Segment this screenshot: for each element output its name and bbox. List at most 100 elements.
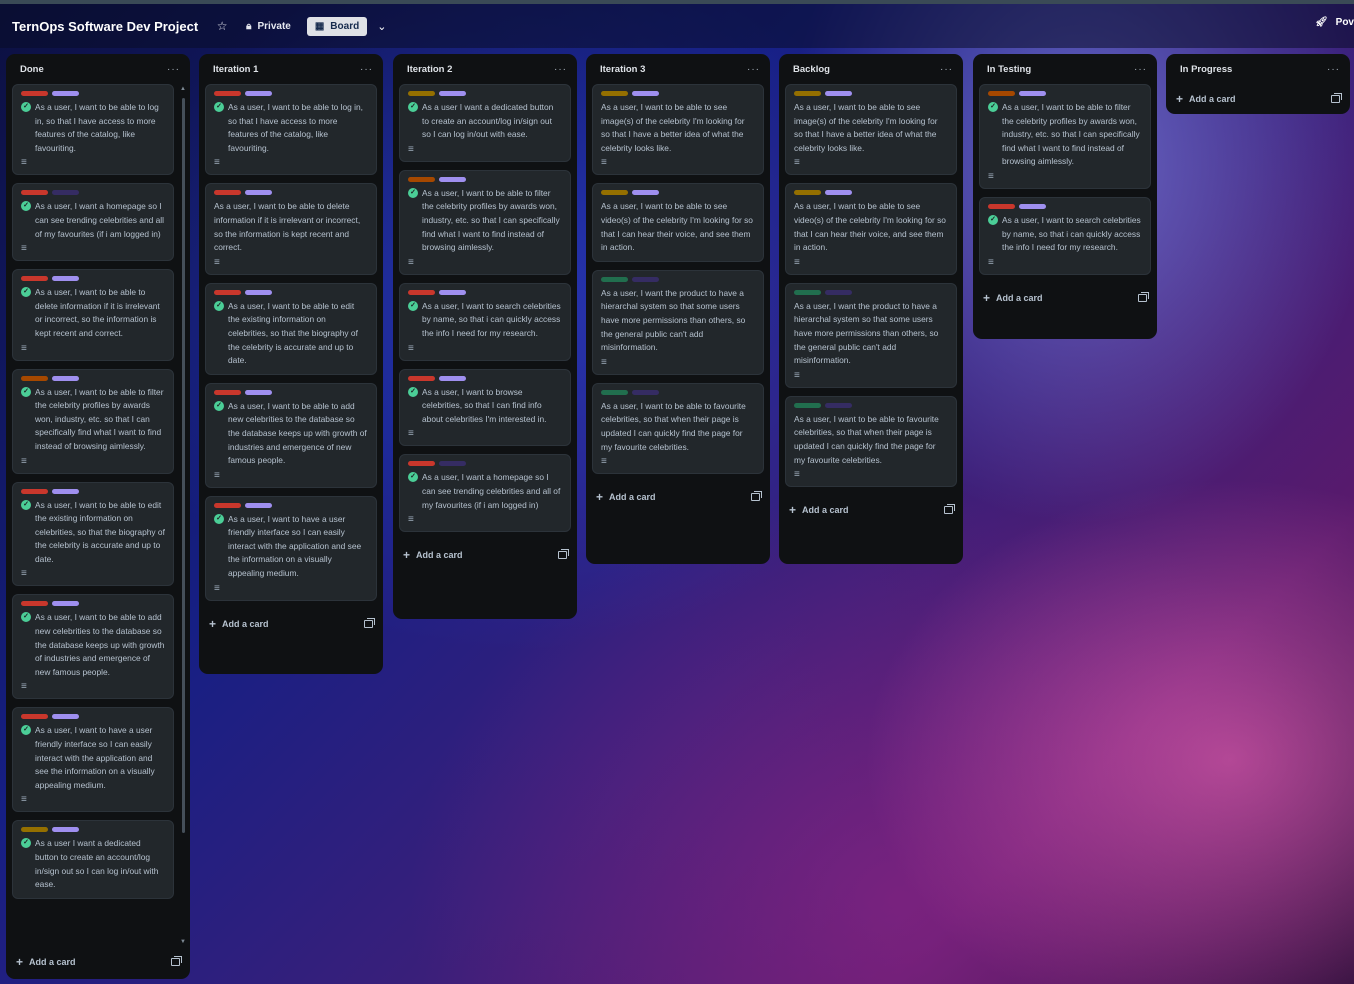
scroll-thumb[interactable]: [182, 98, 185, 833]
card[interactable]: As a user, I want to be able to see vide…: [785, 183, 957, 275]
list-title[interactable]: Done: [20, 64, 44, 75]
card[interactable]: As a user, I want the product to have a …: [785, 282, 957, 388]
label-chip[interactable]: [825, 91, 852, 96]
star-icon[interactable]: ☆: [214, 19, 230, 33]
more-icon[interactable]: ···: [360, 64, 373, 75]
add-card-button[interactable]: + Add a card: [199, 609, 383, 639]
label-chip[interactable]: [21, 714, 48, 720]
card-template-icon[interactable]: [171, 956, 182, 966]
card[interactable]: As a user, I want to be able to see imag…: [592, 84, 764, 176]
more-icon[interactable]: ···: [747, 64, 760, 75]
label-chip[interactable]: [52, 488, 79, 494]
list-title[interactable]: In Testing: [987, 64, 1031, 75]
more-icon[interactable]: ···: [1327, 64, 1340, 75]
list-scrollbar[interactable]: ▲ ▼: [180, 86, 186, 945]
add-card-left[interactable]: + Add a card: [209, 617, 269, 631]
card[interactable]: ✓ As a user, I want to be able to log in,…: [12, 84, 174, 176]
checkmark-icon[interactable]: ✓: [21, 102, 31, 112]
label-chip[interactable]: [245, 502, 272, 508]
add-card-button[interactable]: + Add a card: [586, 482, 770, 512]
add-card-left[interactable]: + Add a card: [16, 955, 76, 969]
checkmark-icon[interactable]: ✓: [408, 187, 418, 198]
label-chip[interactable]: [52, 190, 79, 196]
label-chip[interactable]: [1019, 203, 1046, 209]
card[interactable]: ✓ As a user, I want to be able to edit th…: [205, 282, 377, 375]
label-chip[interactable]: [214, 389, 241, 395]
checkmark-icon[interactable]: ✓: [214, 400, 224, 411]
card[interactable]: ✓ As a user, I want to have a user friend…: [205, 495, 377, 601]
label-chip[interactable]: [21, 488, 48, 494]
list-title[interactable]: In Progress: [1180, 64, 1232, 75]
card[interactable]: ✓ As a user, I want to search celebrities…: [399, 282, 571, 361]
card[interactable]: ✓ As a user, I want a homepage so I can s…: [399, 454, 571, 533]
label-chip[interactable]: [52, 714, 79, 720]
label-chip[interactable]: [52, 91, 79, 96]
checkmark-icon[interactable]: ✓: [988, 214, 998, 225]
label-chip[interactable]: [21, 601, 48, 607]
board-title[interactable]: TernOps Software Dev Project: [12, 19, 198, 34]
card[interactable]: ✓ As a user, I want to be able to log in,…: [205, 84, 377, 176]
checkmark-icon[interactable]: ✓: [214, 300, 224, 311]
list-header[interactable]: In Progress ···: [1166, 54, 1350, 84]
card[interactable]: As a user, I want to be able to see imag…: [785, 84, 957, 176]
card[interactable]: As a user, I want to be able to favourit…: [785, 395, 957, 488]
label-chip[interactable]: [52, 375, 79, 381]
add-card-left[interactable]: + Add a card: [403, 548, 463, 562]
list-title[interactable]: Iteration 2: [407, 64, 452, 75]
add-card-left[interactable]: + Add a card: [596, 490, 656, 504]
label-chip[interactable]: [408, 461, 435, 467]
label-chip[interactable]: [408, 91, 435, 96]
checkmark-icon[interactable]: ✓: [408, 472, 418, 483]
more-icon[interactable]: ···: [554, 64, 567, 75]
label-chip[interactable]: [601, 91, 628, 96]
card[interactable]: ✓ As a user, I want to search celebrities…: [979, 196, 1151, 275]
label-chip[interactable]: [439, 375, 466, 381]
card-template-icon[interactable]: [1331, 93, 1342, 103]
list-header[interactable]: Backlog ···: [779, 54, 963, 84]
add-card-left[interactable]: + Add a card: [983, 291, 1043, 305]
label-chip[interactable]: [21, 375, 48, 381]
label-chip[interactable]: [794, 91, 821, 96]
add-card-button[interactable]: + Add a card: [1166, 84, 1350, 114]
power-ups-label[interactable]: Pov: [1336, 17, 1354, 28]
label-chip[interactable]: [214, 190, 241, 196]
board-view-button[interactable]: ▦ Board: [306, 16, 368, 36]
label-chip[interactable]: [439, 461, 466, 467]
label-chip[interactable]: [245, 289, 272, 295]
card-template-icon[interactable]: [558, 549, 569, 560]
label-chip[interactable]: [21, 276, 48, 282]
list-title[interactable]: Backlog: [793, 64, 830, 75]
card[interactable]: ✓ As a user, I want to be able to filter …: [979, 84, 1151, 189]
card[interactable]: ✓ As a user, I want to be able to add new…: [205, 382, 377, 488]
checkmark-icon[interactable]: ✓: [21, 725, 31, 736]
card[interactable]: ✓ As a user, I want to be able to edit th…: [12, 481, 174, 587]
card[interactable]: ✓ As a user, I want to be able to filter …: [12, 368, 174, 474]
list-header[interactable]: Iteration 3 ···: [586, 54, 770, 84]
label-chip[interactable]: [632, 91, 659, 96]
label-chip[interactable]: [439, 91, 466, 96]
checkmark-icon[interactable]: ✓: [21, 201, 31, 212]
label-chip[interactable]: [21, 91, 48, 96]
checkmark-icon[interactable]: ✓: [21, 386, 31, 397]
list-header[interactable]: In Testing ···: [973, 54, 1157, 84]
label-chip[interactable]: [52, 827, 79, 833]
label-chip[interactable]: [52, 276, 79, 282]
scroll-down-icon[interactable]: ▼: [180, 939, 186, 945]
add-card-button[interactable]: + Add a card: [973, 283, 1157, 313]
card-template-icon[interactable]: [364, 617, 375, 628]
checkmark-icon[interactable]: ✓: [21, 499, 31, 510]
list-header[interactable]: Iteration 1 ···: [199, 54, 383, 84]
power-ups-icon[interactable]: 🚀︎: [1315, 17, 1328, 28]
label-chip[interactable]: [21, 827, 48, 833]
label-chip[interactable]: [214, 502, 241, 508]
label-chip[interactable]: [794, 190, 821, 196]
scroll-up-icon[interactable]: ▲: [180, 86, 186, 92]
list-title[interactable]: Iteration 1: [213, 64, 258, 75]
more-icon[interactable]: ···: [167, 64, 180, 75]
checkmark-icon[interactable]: ✓: [408, 300, 418, 311]
card[interactable]: ✓ As a user I want a dedicated button to …: [399, 84, 571, 162]
card[interactable]: ✓ As a user, I want to browse celebrities…: [399, 368, 571, 447]
label-chip[interactable]: [52, 601, 79, 607]
card[interactable]: As a user, I want to be able to see vide…: [592, 183, 764, 262]
label-chip[interactable]: [825, 289, 852, 295]
